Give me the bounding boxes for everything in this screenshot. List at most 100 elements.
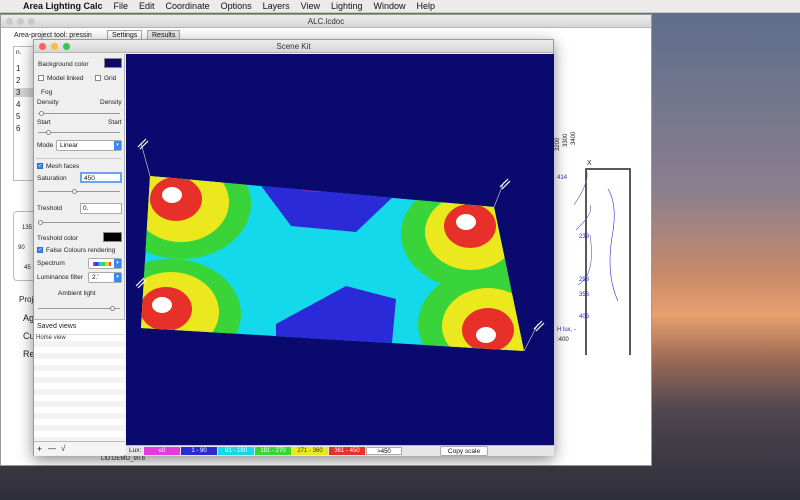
plan-drawing: [573, 168, 631, 355]
close-button[interactable]: [6, 18, 13, 25]
start-label: Start: [37, 119, 51, 126]
close-button[interactable]: [39, 43, 46, 50]
saturation-field[interactable]: 450: [80, 172, 122, 183]
contour-value: 298: [579, 277, 590, 283]
settings-panel: Background color Model linked Grid Fog D…: [34, 54, 125, 456]
density-label-right: Density: [100, 99, 122, 106]
spectrum-swatch: [93, 262, 111, 266]
ambient-light-slider[interactable]: [38, 306, 120, 311]
treshold-color-well[interactable]: [103, 232, 122, 242]
add-view-button[interactable]: +: [37, 444, 42, 454]
legend-swatch: ≤0: [144, 447, 180, 455]
legend-swatch: 1 - 90: [181, 447, 217, 455]
angle-label: 45: [24, 265, 31, 271]
slider-knob[interactable]: [46, 130, 51, 135]
false-colours-label: False Colours rendering: [46, 247, 116, 254]
chevron-down-icon: ▾: [114, 273, 121, 282]
luminaire-icon[interactable]: [137, 138, 149, 150]
model-linked-label: Model linked: [47, 75, 84, 82]
luminance-filter-select[interactable]: 2.' ▾: [88, 272, 122, 283]
tool-hint: Area-project tool: pressin: [14, 32, 92, 39]
chevron-down-icon: ▾: [114, 259, 121, 268]
spectrum-select[interactable]: ▾: [88, 258, 122, 269]
slider-knob[interactable]: [72, 189, 77, 194]
false-colours-checkbox[interactable]: ✓: [37, 247, 43, 253]
zoom-button[interactable]: [63, 43, 70, 50]
slider-knob[interactable]: [110, 306, 115, 311]
document-title: ALC.lcdoc: [307, 17, 345, 26]
value-label: :400: [557, 337, 569, 343]
menu-layers[interactable]: Layers: [263, 1, 290, 11]
saturation-label: Saturation: [37, 175, 67, 182]
menu-file[interactable]: File: [114, 1, 129, 11]
scene-kit-titlebar: Scene Kit: [34, 40, 553, 53]
start-slider[interactable]: [38, 130, 120, 135]
start-label-right: Start: [108, 119, 122, 126]
density-slider[interactable]: [38, 111, 120, 116]
saved-views-toolbar: + — √: [34, 441, 125, 455]
luminaire-icon[interactable]: [533, 320, 545, 332]
treshold-slider[interactable]: [38, 220, 120, 225]
scene-render[interactable]: [126, 54, 554, 445]
menu-lighting[interactable]: Lighting: [331, 1, 363, 11]
legend-swatch: 91 - 180: [218, 447, 254, 455]
scene-kit-window: Scene Kit Background color Model linked …: [33, 39, 554, 456]
grid-checkbox[interactable]: [95, 75, 101, 81]
menu-coordinate[interactable]: Coordinate: [166, 1, 210, 11]
list-header: n.: [16, 49, 22, 56]
background-color-well[interactable]: [104, 58, 122, 68]
remove-view-button[interactable]: —: [48, 444, 56, 453]
model-linked-checkbox[interactable]: [38, 75, 44, 81]
menu-app-name[interactable]: Area Lighting Calc: [23, 1, 103, 11]
ruler-value: 3400: [571, 131, 577, 145]
menu-edit[interactable]: Edit: [139, 1, 155, 11]
list-row[interactable]: 6: [16, 124, 20, 133]
menu-window[interactable]: Window: [374, 1, 406, 11]
chevron-down-icon: ▾: [114, 141, 121, 150]
lux-label: Lux:: [129, 447, 142, 454]
mode-label: Mode: [37, 142, 54, 149]
copy-scale-button[interactable]: Copy scale: [440, 446, 488, 456]
scene-kit-title: Scene Kit: [276, 42, 311, 51]
saved-views-list: Home view: [34, 334, 125, 441]
menu-view[interactable]: View: [301, 1, 320, 11]
saved-views-label: Saved views: [37, 323, 77, 330]
legend-swatch: >450: [366, 447, 402, 455]
mesh-faces-label: Mesh faces: [46, 163, 80, 170]
contour-value: 414: [557, 175, 568, 181]
document-titlebar: ALC.lcdoc: [1, 15, 651, 28]
status-text: LID:DEMO_90.6: [101, 456, 146, 462]
spectrum-label: Spectrum: [37, 260, 65, 267]
menu-help[interactable]: Help: [417, 1, 436, 11]
mode-select[interactable]: Linear ▾: [56, 140, 122, 151]
list-row[interactable]: 5: [16, 112, 20, 121]
axis-x-label: X: [587, 160, 592, 167]
menu-bar: Area Lighting Calc File Edit Coordinate …: [0, 0, 800, 13]
ruler-value: 3300: [563, 133, 569, 147]
contour-value: 406: [579, 314, 590, 320]
list-row[interactable]: 4: [16, 100, 20, 109]
menu-options[interactable]: Options: [221, 1, 252, 11]
ambient-light-label: Ambient light: [58, 290, 96, 297]
zoom-button[interactable]: [28, 18, 35, 25]
contour-value: 239: [579, 234, 590, 240]
legend-bar: Lux: ≤0 1 - 90 91 - 180 181 - 270 271 - …: [126, 445, 554, 456]
contour-value: 356: [579, 292, 590, 298]
mesh-faces-checkbox[interactable]: ✓: [37, 163, 43, 169]
list-row[interactable]: 2: [16, 76, 20, 85]
legend-swatch: 181 - 270: [255, 447, 291, 455]
treshold-label: Treshold: [37, 205, 63, 212]
slider-knob[interactable]: [38, 220, 43, 225]
angle-label: 90: [18, 245, 25, 251]
slider-knob[interactable]: [39, 111, 44, 116]
minimize-button[interactable]: [51, 43, 58, 50]
list-row[interactable]: 1: [16, 64, 20, 73]
treshold-field[interactable]: 0.: [80, 203, 122, 214]
home-view-item[interactable]: Home view: [36, 335, 66, 341]
density-label: Density: [37, 99, 59, 106]
saturation-slider[interactable]: [38, 189, 120, 194]
luminance-filter-value: 2.': [92, 274, 99, 281]
minimize-button[interactable]: [17, 18, 24, 25]
apply-view-button[interactable]: √: [61, 444, 65, 453]
scene-viewport[interactable]: [126, 54, 554, 445]
